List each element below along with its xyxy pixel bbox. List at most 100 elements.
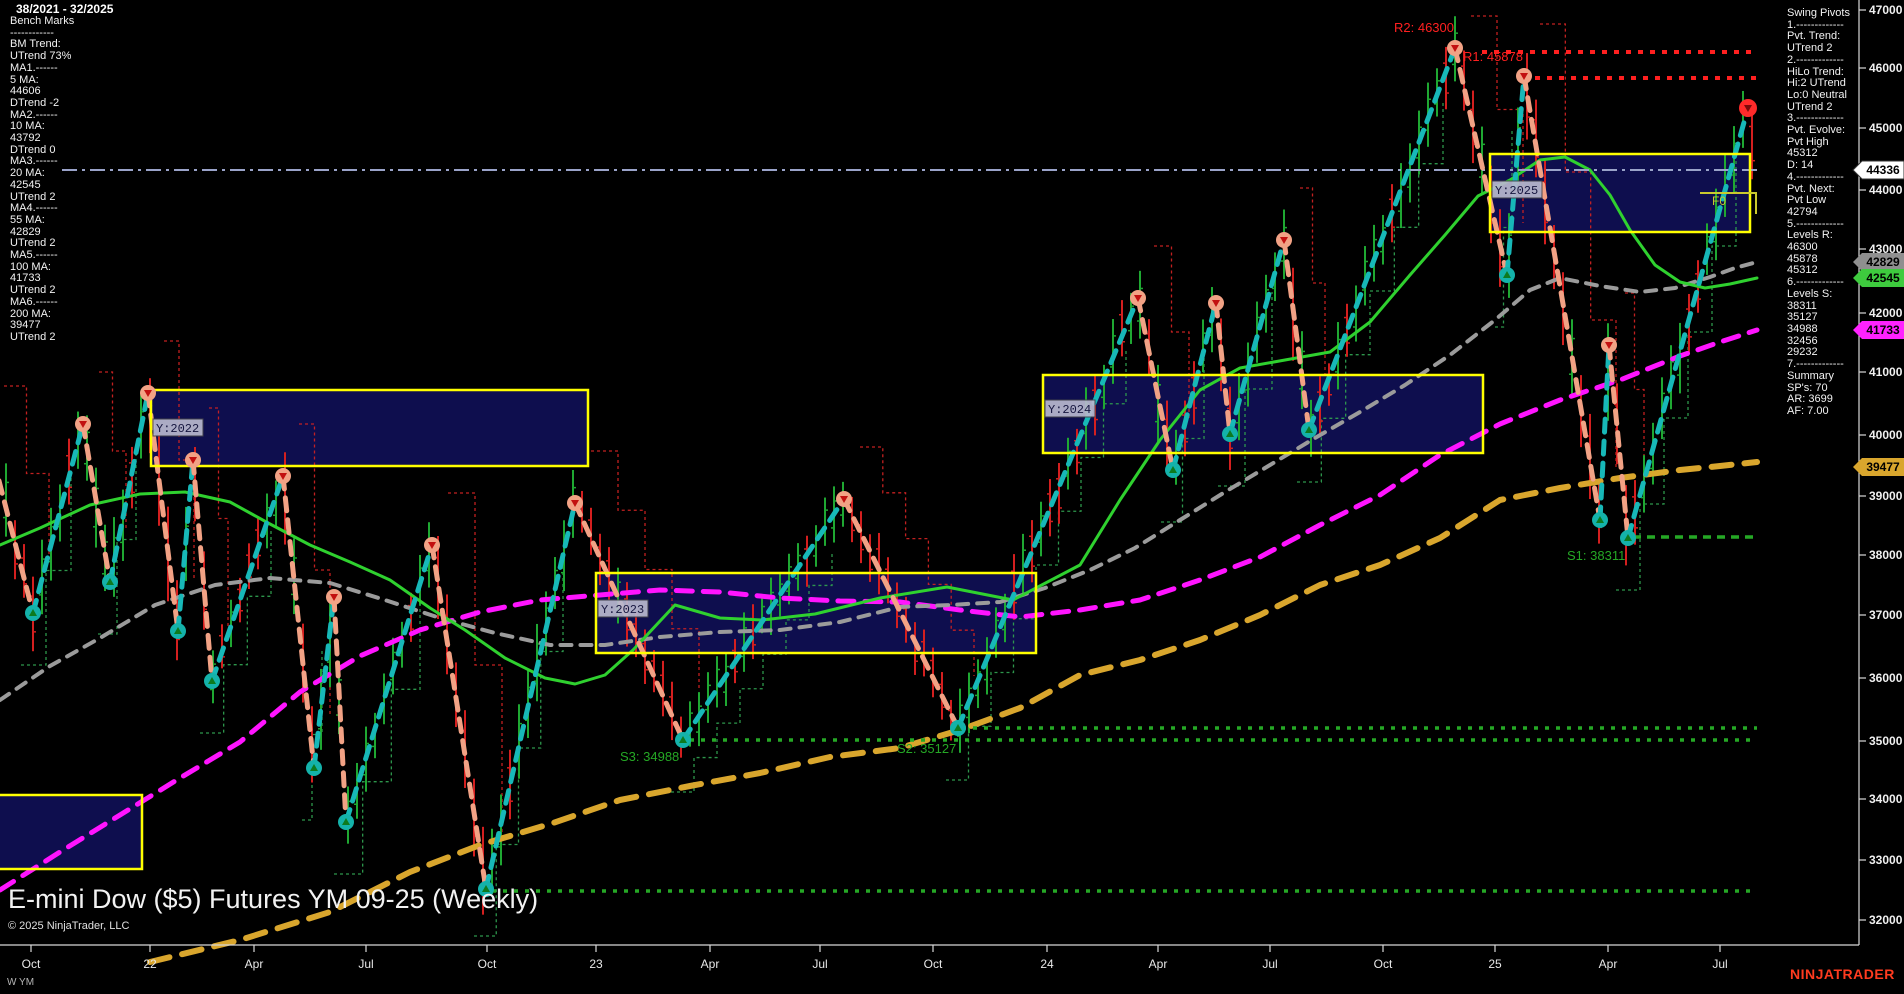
time-tick-label: 24 bbox=[1040, 957, 1054, 971]
time-tick-label: Oct bbox=[924, 957, 943, 971]
price-tick-label: 38000 bbox=[1869, 548, 1903, 562]
hilo-step-line bbox=[334, 597, 420, 874]
year-box-fill bbox=[1043, 375, 1483, 453]
price-tag-label: 42545 bbox=[1866, 271, 1900, 285]
benchmarks-panel: Bench Marks------------BM Trend:UTrend 7… bbox=[10, 16, 74, 344]
zigzag-segment bbox=[432, 545, 486, 889]
benchmarks-line: 55 MA: bbox=[10, 215, 74, 227]
sr-levels: R2: 46300 R1: 45878 S1: 38311 S2: 35127 S3: … bbox=[492, 20, 1757, 891]
time-tick-label: 22 bbox=[143, 957, 157, 971]
price-tick-label: 40000 bbox=[1869, 428, 1903, 442]
time-tick-label: 25 bbox=[1488, 957, 1502, 971]
benchmarks-line: MA5.------ bbox=[10, 250, 74, 262]
zigzag-segment bbox=[33, 424, 83, 613]
time-tick-label: Apr bbox=[245, 957, 264, 971]
year-box-fills bbox=[0, 154, 1750, 869]
zigzag-segment bbox=[283, 476, 314, 768]
price-tag-label: 41733 bbox=[1866, 323, 1900, 337]
time-tick-label: Apr bbox=[701, 957, 720, 971]
time-tick-label: Apr bbox=[1599, 957, 1618, 971]
swing-pivots-line: 4.------------- bbox=[1787, 172, 1859, 184]
price-tick-label: 37000 bbox=[1869, 608, 1903, 622]
benchmarks-line: Bench Marks bbox=[10, 16, 74, 28]
hilo-step-line bbox=[99, 372, 126, 530]
year-chip-label: Y:2024 bbox=[1048, 403, 1091, 417]
time-tick-label: Jul bbox=[358, 957, 373, 971]
chart-window: R2: 46300 R1: 45878 S1: 38311 S2: 35127 S3: … bbox=[0, 0, 1904, 994]
price-tick-label: 34000 bbox=[1869, 792, 1903, 806]
benchmarks-line: MA6.------ bbox=[10, 297, 74, 309]
price-tick-label: 35000 bbox=[1869, 734, 1903, 748]
time-tick-label: Jul bbox=[1262, 957, 1277, 971]
time-tick-label: Jul bbox=[812, 957, 827, 971]
hilo-step-lines bbox=[4, 16, 1736, 936]
time-tick-label: Oct bbox=[478, 957, 497, 971]
swing-pivots-line: 42794 bbox=[1787, 207, 1859, 219]
benchmarks-line: 42545 bbox=[10, 180, 74, 192]
price-tick-label: 32000 bbox=[1869, 913, 1903, 927]
price-tick-label: 46000 bbox=[1869, 61, 1903, 75]
zigzag-segment bbox=[178, 460, 193, 631]
zigzag-segment bbox=[1609, 345, 1628, 538]
zigzag-segment bbox=[1524, 76, 1600, 520]
zigzag-segment bbox=[1309, 48, 1455, 430]
swing-pivots-panel: Swing Pivots1.-------------Pvt. Trend:UT… bbox=[1787, 8, 1859, 418]
price-tick-label: 33000 bbox=[1869, 853, 1903, 867]
swing-pivots-line: AF: 7.00 bbox=[1787, 406, 1859, 418]
time-tick-label: 23 bbox=[589, 957, 603, 971]
price-tick-label: 47000 bbox=[1869, 3, 1903, 17]
benchmarks-line: DTrend -2 bbox=[10, 98, 74, 110]
zigzag-segment bbox=[0, 438, 33, 613]
price-tick-label: 44000 bbox=[1869, 183, 1903, 197]
zigzag-segment bbox=[334, 597, 346, 822]
swing-pivots-line: 2.------------- bbox=[1787, 55, 1859, 67]
price-tag-label: 44336 bbox=[1866, 163, 1900, 177]
zigzag-segment bbox=[110, 393, 148, 582]
year-box-borders: Y:2022 Y:2023 Y:2024 Y:2025 bbox=[0, 154, 1750, 869]
level-label-s3: S3: 34988 bbox=[620, 749, 679, 764]
time-tick-label: Jul bbox=[1712, 957, 1727, 971]
copyright-label: © 2025 NinjaTrader, LLC bbox=[8, 920, 129, 932]
year-chip-label: Y:2023 bbox=[601, 603, 644, 617]
swing-pivots-line: Pvt. Evolve: bbox=[1787, 125, 1859, 137]
swing-pivots-line: Swing Pivots bbox=[1787, 8, 1859, 20]
time-axis[interactable]: Oct 22 Apr Jul Oct 23 Apr Jul Oct 24 Apr Jul Oct 25 Ap… bbox=[0, 945, 1859, 971]
zigzag-segment bbox=[193, 460, 212, 681]
swing-pivots-line: 34988 bbox=[1787, 324, 1859, 336]
benchmarks-line: 43792 bbox=[10, 133, 74, 145]
price-tick-label: 41000 bbox=[1869, 365, 1903, 379]
series-code-label: W YM bbox=[7, 977, 34, 988]
price-tick-label: 42000 bbox=[1869, 306, 1903, 320]
price-tick-label: 39000 bbox=[1869, 489, 1903, 503]
hilo-step-line bbox=[1300, 188, 1325, 378]
swing-pivots-line: Lo:0 Neutral bbox=[1787, 90, 1859, 102]
price-tick-label: 36000 bbox=[1869, 671, 1903, 685]
level-label-r2: R2: 46300 bbox=[1394, 20, 1454, 35]
time-tick-label: Oct bbox=[1374, 957, 1393, 971]
level-label-s2: S2: 35127 bbox=[897, 741, 956, 756]
time-tick-label: Oct bbox=[22, 957, 41, 971]
year-chip-label: Y:2025 bbox=[1495, 184, 1538, 198]
benchmarks-line: MA1.------ bbox=[10, 63, 74, 75]
swing-zigzag bbox=[0, 48, 1748, 889]
year-box-fill bbox=[151, 390, 588, 466]
swing-pivots-line: Levels S: bbox=[1787, 289, 1859, 301]
instrument-title: E-mini Dow ($5) Futures YM 09-25 (Weekly… bbox=[8, 884, 538, 915]
price-tag-label: 39477 bbox=[1866, 460, 1900, 474]
swing-pivots-line: 46300 bbox=[1787, 242, 1859, 254]
hilo-step-line bbox=[200, 528, 271, 733]
level-label-s1: S1: 38311 bbox=[1567, 548, 1625, 563]
hilo-step-line bbox=[1625, 293, 1644, 486]
ninjatrader-logo: NINJATRADER bbox=[1790, 966, 1895, 982]
price-tag-label: 42829 bbox=[1866, 255, 1900, 269]
benchmarks-line: UTrend 2 bbox=[10, 332, 74, 344]
zigzag-segment bbox=[346, 545, 432, 822]
f0-label: F0 bbox=[1712, 194, 1726, 208]
level-label-r1: R1: 45878 bbox=[1463, 49, 1523, 64]
year-chip-label: Y:2022 bbox=[156, 422, 199, 436]
time-tick-label: Apr bbox=[1149, 957, 1168, 971]
price-chart-canvas[interactable]: R2: 46300 R1: 45878 S1: 38311 S2: 35127 S3: … bbox=[0, 0, 1904, 994]
swing-pivots-line: Summary bbox=[1787, 371, 1859, 383]
date-range-label: 38/2021 - 32/2025 bbox=[16, 2, 113, 16]
price-tick-label: 45000 bbox=[1869, 121, 1903, 135]
